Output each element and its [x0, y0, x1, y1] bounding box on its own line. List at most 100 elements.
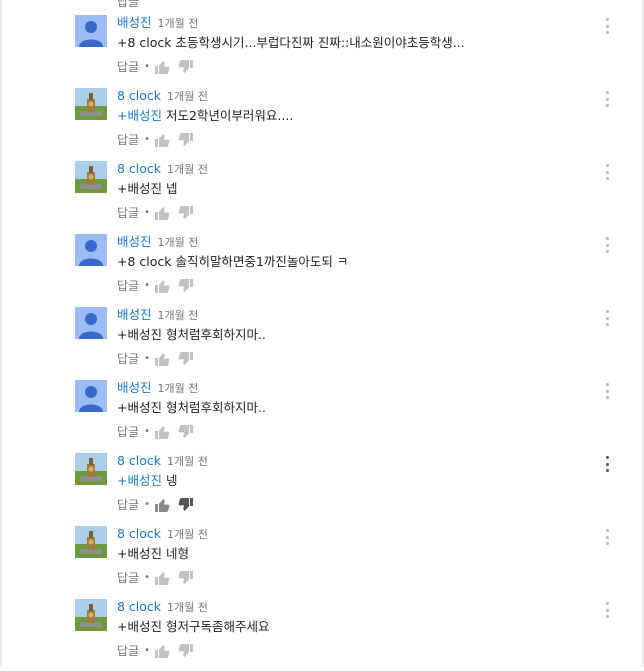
thumbs-down-icon[interactable]: [178, 497, 194, 513]
separator-dot: •: [144, 572, 150, 583]
comment-item: 배성진 1개월 전 +배성진 형처럼후회하지마.. 답글 •: [0, 306, 644, 379]
default-avatar[interactable]: [75, 15, 107, 47]
default-avatar[interactable]: [75, 380, 107, 412]
reply-button[interactable]: 답글: [117, 59, 139, 75]
comment-header: 8 clock 1개월 전: [117, 452, 208, 468]
comment-actions: 답글 •: [117, 424, 202, 440]
clock-avatar[interactable]: [75, 88, 107, 120]
thumbs-up-icon[interactable]: [154, 643, 170, 659]
comment-author[interactable]: 8 clock: [117, 453, 161, 468]
comment-author[interactable]: 8 clock: [117, 88, 161, 103]
comment-author[interactable]: 배성진: [117, 234, 152, 249]
cutoff-reply-button[interactable]: 답글: [117, 0, 139, 10]
thumbs-up-icon[interactable]: [154, 205, 170, 221]
thumbs-down-icon[interactable]: [178, 59, 194, 75]
comment-time[interactable]: 1개월 전: [158, 17, 199, 30]
comment-header: 8 clock 1개월 전: [117, 598, 208, 614]
reply-button[interactable]: 답글: [117, 132, 139, 148]
comment-mention[interactable]: +배성진: [117, 108, 162, 123]
more-actions-icon[interactable]: [602, 237, 612, 253]
comment-item: 배성진 1개월 전 +배성진 형처럼후회하지마.. 답글 •: [0, 379, 644, 452]
comment-actions: 답글 •: [117, 643, 202, 659]
separator-dot: •: [144, 426, 150, 437]
thumbs-up-icon[interactable]: [154, 497, 170, 513]
more-actions-icon[interactable]: [602, 91, 612, 107]
more-actions-icon[interactable]: [602, 310, 612, 326]
comment-text: +8 clock 솔직히말하면중1까진놀아도되 ㅋ: [117, 254, 348, 270]
comment-item: 배성진 1개월 전 +8 clock 솔직히말하면중1까진놀아도되 ㅋ 답글 •: [0, 233, 644, 306]
clock-avatar[interactable]: [75, 161, 107, 193]
comment-item: 배성진 1개월 전 +8 clock 초등학생시기...부럽다진짜 진짜::내소원…: [0, 14, 644, 87]
clock-avatar[interactable]: [75, 453, 107, 485]
comment-body: +8 clock 초등학생시기...부럽다진짜 진짜::내소원이야초등학생...: [117, 35, 465, 50]
thumbs-down-icon[interactable]: [178, 643, 194, 659]
separator-dot: •: [144, 207, 150, 218]
reply-button[interactable]: 답글: [117, 351, 139, 367]
comment-list: 배성진 1개월 전 +8 clock 초등학생시기...부럽다진짜 진짜::내소원…: [0, 14, 644, 671]
reply-button[interactable]: 답글: [117, 278, 139, 294]
comment-actions: 답글 •: [117, 570, 202, 586]
comment-time[interactable]: 1개월 전: [158, 382, 199, 395]
comment-author[interactable]: 배성진: [117, 307, 152, 322]
comment-actions: 답글 •: [117, 278, 202, 294]
reply-button[interactable]: 답글: [117, 497, 139, 513]
reply-button[interactable]: 답글: [117, 570, 139, 586]
clock-avatar[interactable]: [75, 526, 107, 558]
reply-button[interactable]: 답글: [117, 643, 139, 659]
thumbs-up-icon[interactable]: [154, 132, 170, 148]
comment-author[interactable]: 8 clock: [117, 599, 161, 614]
thumbs-up-icon[interactable]: [154, 424, 170, 440]
separator-dot: •: [144, 280, 150, 291]
comment-time[interactable]: 1개월 전: [158, 236, 199, 249]
comment-time[interactable]: 1개월 전: [167, 528, 208, 541]
more-actions-icon[interactable]: [602, 164, 612, 180]
comment-time[interactable]: 1개월 전: [158, 309, 199, 322]
thumbs-up-icon[interactable]: [154, 570, 170, 586]
comment-text: +배성진 네형: [117, 546, 189, 562]
more-actions-icon[interactable]: [602, 456, 612, 472]
comment-item: 8 clock 1개월 전 +배성진 형저구독좀해주세요 답글 •: [0, 598, 644, 671]
comment-text: +배성진 넹: [117, 473, 177, 489]
separator-dot: •: [144, 61, 150, 72]
thumbs-down-icon[interactable]: [178, 570, 194, 586]
comment-actions: 답글 •: [117, 351, 202, 367]
thumbs-down-icon[interactable]: [178, 132, 194, 148]
comment-text: +배성진 형처럼후회하지마..: [117, 400, 266, 416]
thumbs-down-icon[interactable]: [178, 278, 194, 294]
comment-author[interactable]: 배성진: [117, 15, 152, 30]
comment-actions: 답글 •: [117, 205, 202, 221]
more-actions-icon[interactable]: [602, 529, 612, 545]
comment-body: +배성진 형저구독좀해주세요: [117, 619, 270, 634]
comment-body: 넹: [161, 473, 178, 488]
comment-time[interactable]: 1개월 전: [167, 163, 208, 176]
comment-header: 배성진 1개월 전: [117, 379, 198, 395]
comment-header: 8 clock 1개월 전: [117, 160, 208, 176]
comment-author[interactable]: 8 clock: [117, 526, 161, 541]
thumbs-down-icon[interactable]: [178, 351, 194, 367]
comment-header: 8 clock 1개월 전: [117, 87, 208, 103]
more-actions-icon[interactable]: [602, 602, 612, 618]
comment-mention[interactable]: +배성진: [117, 473, 162, 488]
separator-dot: •: [144, 499, 150, 510]
comment-item: 8 clock 1개월 전 +배성진 넹 답글 •: [0, 452, 644, 525]
thumbs-down-icon[interactable]: [178, 205, 194, 221]
comment-item: 8 clock 1개월 전 +배성진 네형 답글 •: [0, 525, 644, 598]
comment-time[interactable]: 1개월 전: [167, 455, 208, 468]
default-avatar[interactable]: [75, 234, 107, 266]
thumbs-up-icon[interactable]: [154, 59, 170, 75]
reply-button[interactable]: 답글: [117, 424, 139, 440]
more-actions-icon[interactable]: [602, 383, 612, 399]
comment-time[interactable]: 1개월 전: [167, 90, 208, 103]
thumbs-up-icon[interactable]: [154, 351, 170, 367]
thumbs-down-icon[interactable]: [178, 424, 194, 440]
comment-header: 배성진 1개월 전: [117, 233, 198, 249]
comment-author[interactable]: 8 clock: [117, 161, 161, 176]
comment-body: +배성진 형처럼후회하지마..: [117, 400, 266, 415]
comment-time[interactable]: 1개월 전: [167, 601, 208, 614]
clock-avatar[interactable]: [75, 599, 107, 631]
default-avatar[interactable]: [75, 307, 107, 339]
reply-button[interactable]: 답글: [117, 205, 139, 221]
comment-author[interactable]: 배성진: [117, 380, 152, 395]
more-actions-icon[interactable]: [602, 18, 612, 34]
thumbs-up-icon[interactable]: [154, 278, 170, 294]
